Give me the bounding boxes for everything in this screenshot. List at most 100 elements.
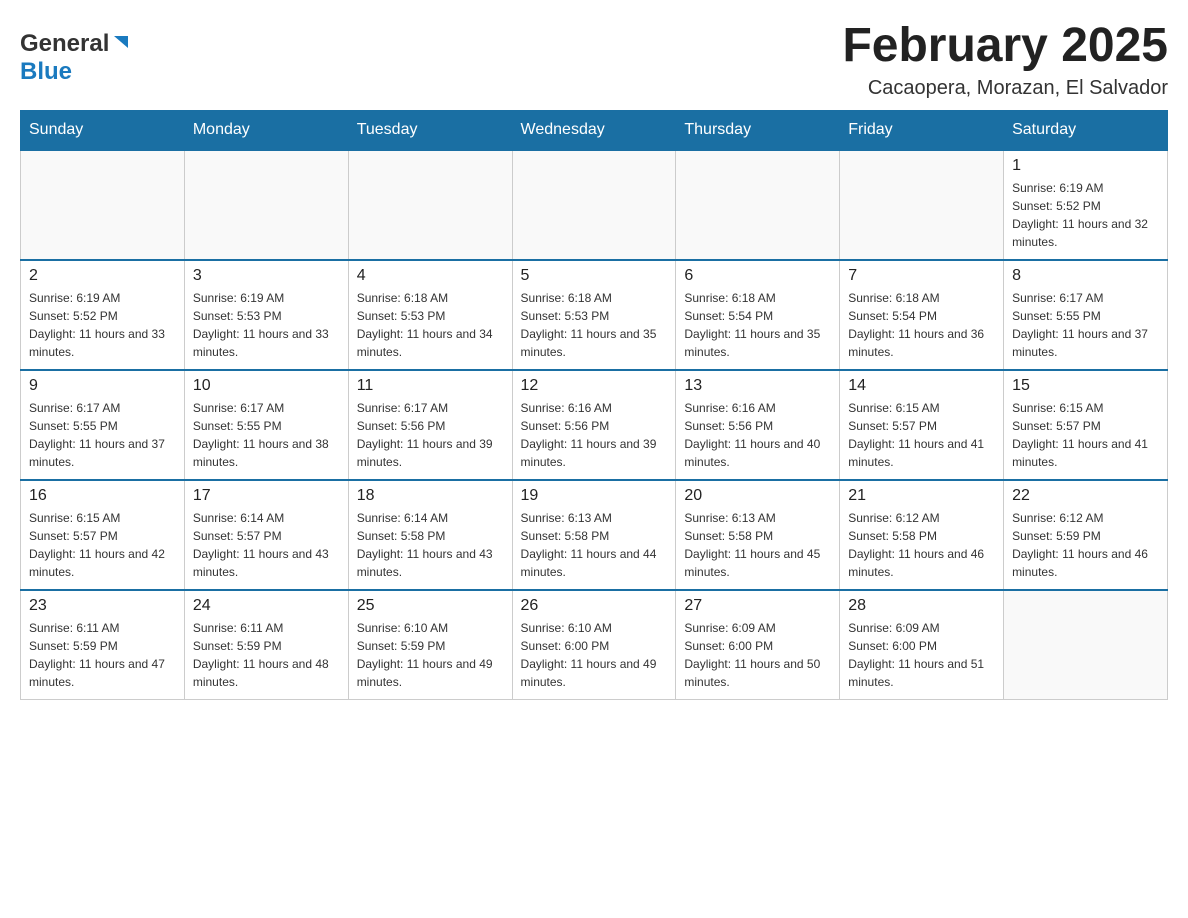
day-number: 22 bbox=[1012, 487, 1159, 505]
logo-arrow-icon bbox=[112, 34, 130, 57]
day-info: Sunrise: 6:19 AM Sunset: 5:52 PM Dayligh… bbox=[29, 289, 176, 361]
day-number: 23 bbox=[29, 597, 176, 615]
day-info: Sunrise: 6:11 AM Sunset: 5:59 PM Dayligh… bbox=[29, 619, 176, 691]
day-info: Sunrise: 6:19 AM Sunset: 5:52 PM Dayligh… bbox=[1012, 179, 1159, 251]
calendar-cell: 26 Sunrise: 6:10 AM Sunset: 6:00 PM Dayli… bbox=[512, 590, 676, 700]
day-number: 12 bbox=[521, 377, 668, 395]
calendar-header-wednesday: Wednesday bbox=[512, 110, 676, 150]
calendar-cell: 15 Sunrise: 6:15 AM Sunset: 5:57 PM Dayli… bbox=[1004, 370, 1168, 480]
day-info: Sunrise: 6:14 AM Sunset: 5:57 PM Dayligh… bbox=[193, 509, 340, 581]
day-info: Sunrise: 6:15 AM Sunset: 5:57 PM Dayligh… bbox=[29, 509, 176, 581]
day-info: Sunrise: 6:12 AM Sunset: 5:59 PM Dayligh… bbox=[1012, 509, 1159, 581]
calendar-table: SundayMondayTuesdayWednesdayThursdayFrid… bbox=[20, 110, 1168, 701]
calendar-week-4: 16 Sunrise: 6:15 AM Sunset: 5:57 PM Dayli… bbox=[21, 480, 1168, 590]
calendar-cell: 7Sunrise: 6:18 AM Sunset: 5:54 PM Daylig… bbox=[840, 260, 1004, 370]
day-number: 24 bbox=[193, 597, 340, 615]
calendar-cell bbox=[1004, 590, 1168, 700]
day-number: 18 bbox=[357, 487, 504, 505]
day-info: Sunrise: 6:14 AM Sunset: 5:58 PM Dayligh… bbox=[357, 509, 504, 581]
day-info: Sunrise: 6:10 AM Sunset: 6:00 PM Dayligh… bbox=[521, 619, 668, 691]
calendar-cell: 8Sunrise: 6:17 AM Sunset: 5:55 PM Daylig… bbox=[1004, 260, 1168, 370]
calendar-cell: 6 Sunrise: 6:18 AM Sunset: 5:54 PM Daylig… bbox=[676, 260, 840, 370]
day-number: 5 bbox=[521, 267, 668, 285]
calendar-header-tuesday: Tuesday bbox=[348, 110, 512, 150]
day-info: Sunrise: 6:09 AM Sunset: 6:00 PM Dayligh… bbox=[848, 619, 995, 691]
day-info: Sunrise: 6:17 AM Sunset: 5:56 PM Dayligh… bbox=[357, 399, 504, 471]
day-info: Sunrise: 6:17 AM Sunset: 5:55 PM Dayligh… bbox=[29, 399, 176, 471]
day-number: 16 bbox=[29, 487, 176, 505]
calendar-cell bbox=[676, 150, 840, 260]
calendar-cell: 14 Sunrise: 6:15 AM Sunset: 5:57 PM Dayli… bbox=[840, 370, 1004, 480]
day-number: 10 bbox=[193, 377, 340, 395]
day-info: Sunrise: 6:18 AM Sunset: 5:54 PM Dayligh… bbox=[684, 289, 831, 361]
calendar-cell: 5 Sunrise: 6:18 AM Sunset: 5:53 PM Daylig… bbox=[512, 260, 676, 370]
day-info: Sunrise: 6:13 AM Sunset: 5:58 PM Dayligh… bbox=[521, 509, 668, 581]
calendar-week-1: 1 Sunrise: 6:19 AM Sunset: 5:52 PM Daylig… bbox=[21, 150, 1168, 260]
calendar-cell: 20 Sunrise: 6:13 AM Sunset: 5:58 PM Dayli… bbox=[676, 480, 840, 590]
day-number: 19 bbox=[521, 487, 668, 505]
calendar-cell: 1 Sunrise: 6:19 AM Sunset: 5:52 PM Daylig… bbox=[1004, 150, 1168, 260]
calendar-cell: 11 Sunrise: 6:17 AM Sunset: 5:56 PM Dayli… bbox=[348, 370, 512, 480]
day-number: 25 bbox=[357, 597, 504, 615]
calendar-cell: 22 Sunrise: 6:12 AM Sunset: 5:59 PM Dayli… bbox=[1004, 480, 1168, 590]
day-info: Sunrise: 6:15 AM Sunset: 5:57 PM Dayligh… bbox=[848, 399, 995, 471]
calendar-week-2: 2 Sunrise: 6:19 AM Sunset: 5:52 PM Daylig… bbox=[21, 260, 1168, 370]
logo-blue-text: Blue bbox=[20, 58, 72, 85]
day-number: 17 bbox=[193, 487, 340, 505]
day-info: Sunrise: 6:17 AM Sunset: 5:55 PM Dayligh… bbox=[193, 399, 340, 471]
day-info: Sunrise: 6:16 AM Sunset: 5:56 PM Dayligh… bbox=[521, 399, 668, 471]
calendar-header-thursday: Thursday bbox=[676, 110, 840, 150]
day-number: 13 bbox=[684, 377, 831, 395]
location: Cacaopera, Morazan, El Salvador bbox=[842, 77, 1168, 100]
day-number: 9 bbox=[29, 377, 176, 395]
calendar-week-3: 9 Sunrise: 6:17 AM Sunset: 5:55 PM Daylig… bbox=[21, 370, 1168, 480]
logo-general-text: General bbox=[20, 30, 109, 58]
day-info: Sunrise: 6:10 AM Sunset: 5:59 PM Dayligh… bbox=[357, 619, 504, 691]
day-number: 27 bbox=[684, 597, 831, 615]
calendar-header-row: SundayMondayTuesdayWednesdayThursdayFrid… bbox=[21, 110, 1168, 150]
day-info: Sunrise: 6:19 AM Sunset: 5:53 PM Dayligh… bbox=[193, 289, 340, 361]
calendar-cell bbox=[348, 150, 512, 260]
day-info: Sunrise: 6:15 AM Sunset: 5:57 PM Dayligh… bbox=[1012, 399, 1159, 471]
day-info: Sunrise: 6:13 AM Sunset: 5:58 PM Dayligh… bbox=[684, 509, 831, 581]
day-number: 15 bbox=[1012, 377, 1159, 395]
calendar-cell: 2 Sunrise: 6:19 AM Sunset: 5:52 PM Daylig… bbox=[21, 260, 185, 370]
day-info: Sunrise: 6:12 AM Sunset: 5:58 PM Dayligh… bbox=[848, 509, 995, 581]
calendar-cell bbox=[21, 150, 185, 260]
day-info: Sunrise: 6:18 AM Sunset: 5:53 PM Dayligh… bbox=[521, 289, 668, 361]
page-header: General Blue February 2025 Cacaopera, Mo… bbox=[20, 20, 1168, 100]
calendar-cell: 18 Sunrise: 6:14 AM Sunset: 5:58 PM Dayli… bbox=[348, 480, 512, 590]
calendar-cell: 17 Sunrise: 6:14 AM Sunset: 5:57 PM Dayli… bbox=[184, 480, 348, 590]
calendar-cell: 19 Sunrise: 6:13 AM Sunset: 5:58 PM Dayli… bbox=[512, 480, 676, 590]
calendar-cell: 12 Sunrise: 6:16 AM Sunset: 5:56 PM Dayli… bbox=[512, 370, 676, 480]
calendar-week-5: 23 Sunrise: 6:11 AM Sunset: 5:59 PM Dayli… bbox=[21, 590, 1168, 700]
day-number: 14 bbox=[848, 377, 995, 395]
calendar-cell: 28 Sunrise: 6:09 AM Sunset: 6:00 PM Dayli… bbox=[840, 590, 1004, 700]
day-number: 6 bbox=[684, 267, 831, 285]
calendar-cell: 13Sunrise: 6:16 AM Sunset: 5:56 PM Dayli… bbox=[676, 370, 840, 480]
calendar-cell: 16 Sunrise: 6:15 AM Sunset: 5:57 PM Dayli… bbox=[21, 480, 185, 590]
day-number: 28 bbox=[848, 597, 995, 615]
calendar-cell: 21Sunrise: 6:12 AM Sunset: 5:58 PM Dayli… bbox=[840, 480, 1004, 590]
calendar-cell: 24 Sunrise: 6:11 AM Sunset: 5:59 PM Dayli… bbox=[184, 590, 348, 700]
calendar-cell: 25 Sunrise: 6:10 AM Sunset: 5:59 PM Dayli… bbox=[348, 590, 512, 700]
day-info: Sunrise: 6:09 AM Sunset: 6:00 PM Dayligh… bbox=[684, 619, 831, 691]
day-number: 1 bbox=[1012, 157, 1159, 175]
calendar-cell bbox=[840, 150, 1004, 260]
day-info: Sunrise: 6:11 AM Sunset: 5:59 PM Dayligh… bbox=[193, 619, 340, 691]
day-number: 26 bbox=[521, 597, 668, 615]
day-number: 2 bbox=[29, 267, 176, 285]
month-title: February 2025 bbox=[842, 20, 1168, 73]
calendar-cell: 9 Sunrise: 6:17 AM Sunset: 5:55 PM Daylig… bbox=[21, 370, 185, 480]
day-number: 3 bbox=[193, 267, 340, 285]
day-number: 4 bbox=[357, 267, 504, 285]
day-number: 20 bbox=[684, 487, 831, 505]
calendar-cell: 3 Sunrise: 6:19 AM Sunset: 5:53 PM Daylig… bbox=[184, 260, 348, 370]
logo: General Blue bbox=[20, 20, 130, 86]
calendar-header-friday: Friday bbox=[840, 110, 1004, 150]
day-number: 8 bbox=[1012, 267, 1159, 285]
title-section: February 2025 Cacaopera, Morazan, El Sal… bbox=[842, 20, 1168, 100]
calendar-cell bbox=[512, 150, 676, 260]
day-number: 11 bbox=[357, 377, 504, 395]
day-info: Sunrise: 6:18 AM Sunset: 5:53 PM Dayligh… bbox=[357, 289, 504, 361]
